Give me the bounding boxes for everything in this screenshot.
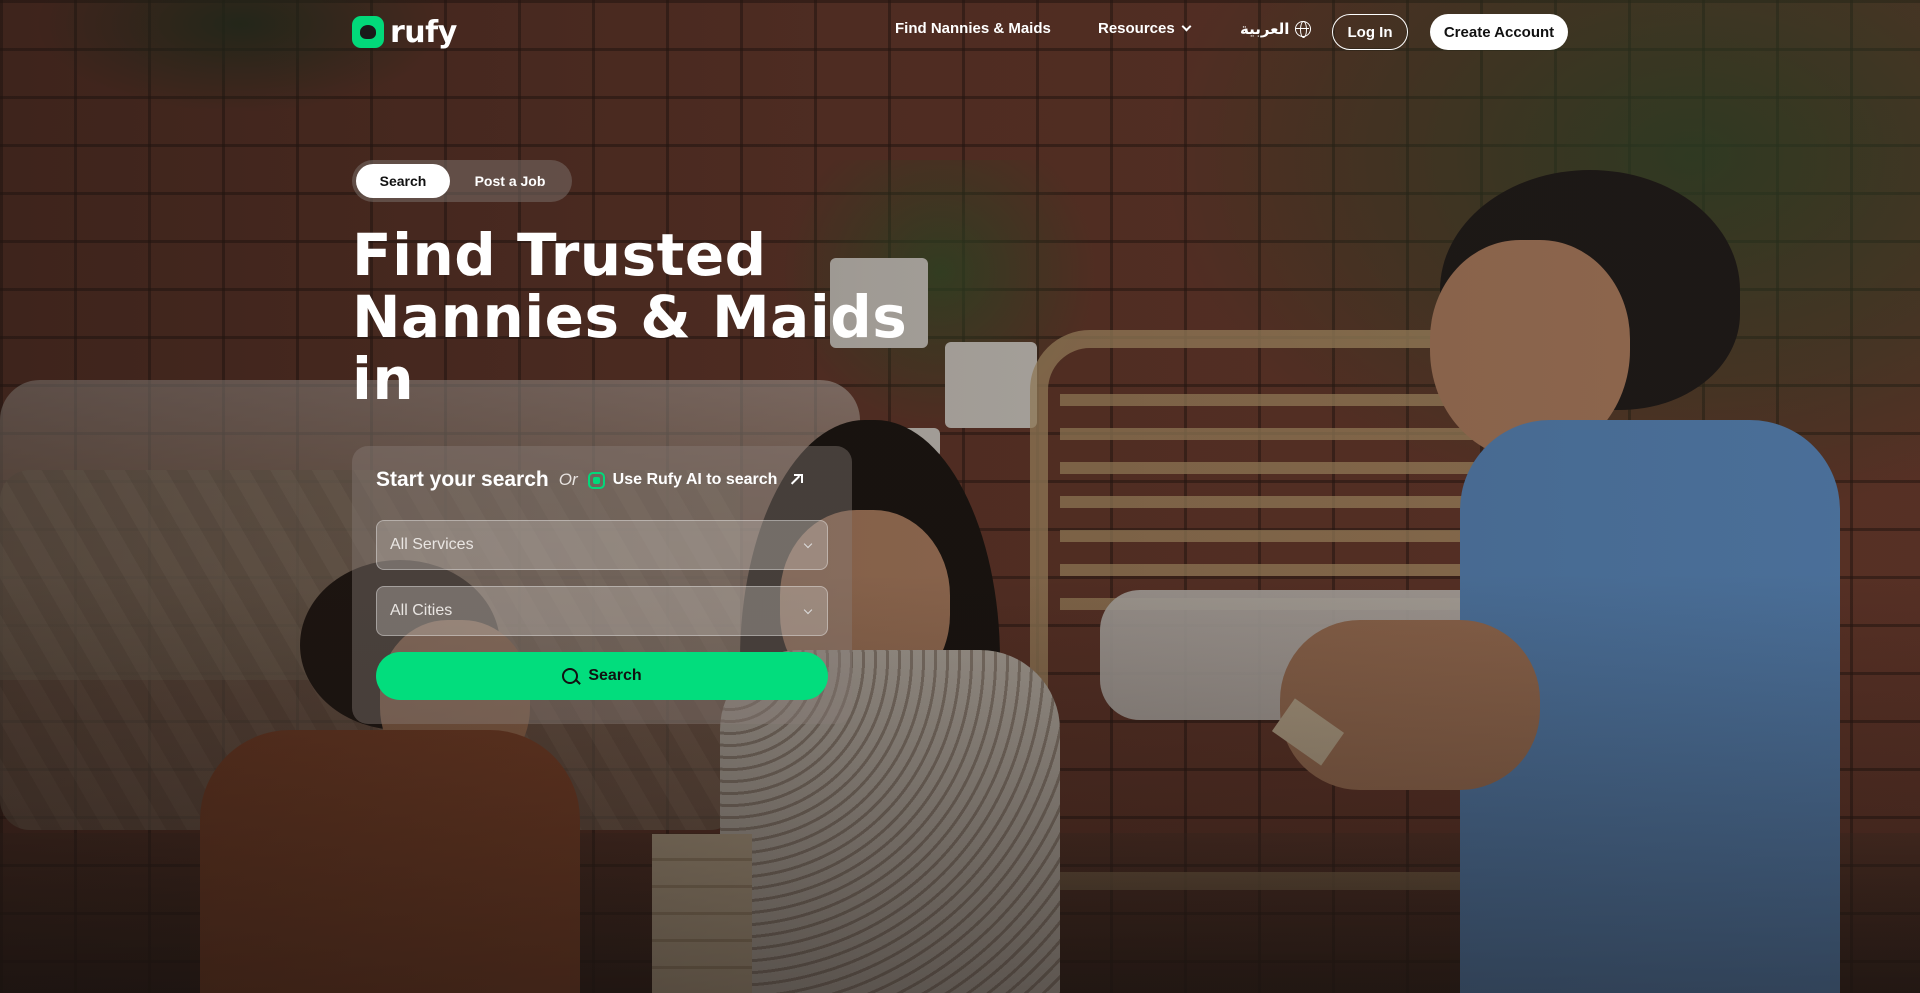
nav-find-nannies-maids[interactable]: Find Nannies & Maids — [895, 20, 1051, 37]
search-button[interactable]: Search — [376, 652, 828, 700]
chevron-down-icon — [803, 539, 813, 549]
hero-title: Find Trusted Nannies & Maids in — [352, 224, 912, 410]
login-button[interactable]: Log In — [1332, 14, 1408, 50]
hero-background-photo — [0, 0, 1920, 993]
tab-search[interactable]: Search — [356, 164, 450, 198]
search-card: Start your search Or Use Rufy AI to sear… — [352, 446, 852, 724]
hero-title-line-2: Nannies & Maids — [352, 283, 908, 351]
tab-post-a-job[interactable]: Post a Job — [456, 164, 564, 198]
search-icon — [562, 668, 579, 684]
hero-title-line-3: in — [352, 345, 415, 413]
language-label: العربية — [1240, 21, 1290, 38]
top-nav: rufy Find Nannies & Maids Resources العر… — [0, 0, 1920, 64]
logo-text: rufy — [390, 14, 457, 50]
nav-resources-label: Resources — [1098, 20, 1175, 37]
create-account-button[interactable]: Create Account — [1430, 14, 1568, 50]
cities-select[interactable]: All Cities — [376, 586, 828, 636]
rufy-ai-icon — [587, 471, 605, 489]
search-card-title: Start your search — [376, 468, 549, 491]
nav-resources-dropdown[interactable]: Resources — [1098, 20, 1192, 37]
chevron-down-icon — [1181, 21, 1192, 32]
cities-select-value: All Cities — [390, 602, 453, 619]
search-mode-toggle: Search Post a Job — [352, 160, 572, 202]
services-select[interactable]: All Services — [376, 520, 828, 570]
search-button-label: Search — [588, 667, 642, 684]
hero-title-line-1: Find Trusted — [352, 221, 767, 289]
or-text: Or — [558, 470, 578, 489]
chevron-down-icon — [803, 605, 813, 615]
globe-icon — [1295, 21, 1312, 38]
search-card-header: Start your search Or Use Rufy AI to sear… — [376, 468, 804, 492]
arrow-up-right-icon — [789, 474, 804, 486]
language-switch[interactable]: العربية — [1240, 20, 1312, 38]
nav-find-label: Find Nannies & Maids — [895, 20, 1051, 37]
rufy-ai-link-label: Use Rufy AI to search — [612, 471, 778, 488]
hero-overlay-bottom — [0, 573, 1920, 993]
rufy-logo[interactable]: rufy — [352, 14, 457, 50]
rufy-logo-icon — [352, 16, 384, 48]
rufy-ai-search-link[interactable]: Use Rufy AI to search — [587, 471, 804, 489]
services-select-value: All Services — [390, 536, 474, 553]
